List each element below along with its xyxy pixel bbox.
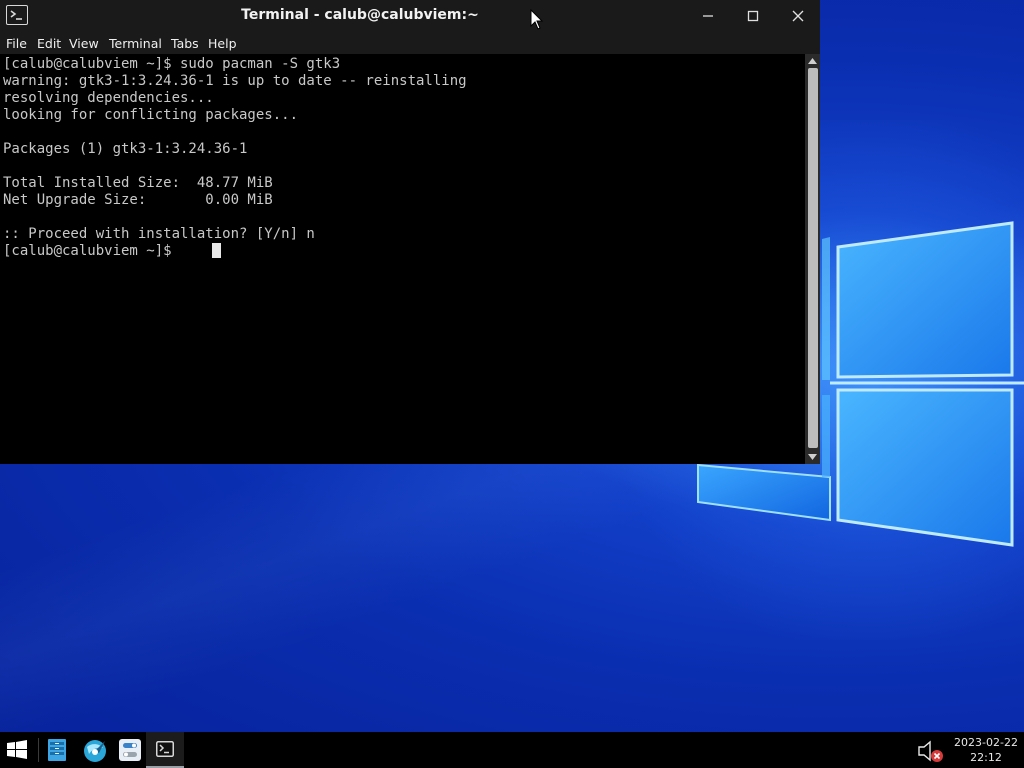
maximize-icon (747, 10, 759, 22)
window-titlebar[interactable]: Terminal - calub@calubviem:~ (0, 0, 820, 32)
mouse-pointer-icon (530, 9, 544, 30)
settings-icon (119, 739, 141, 761)
menu-edit[interactable]: Edit (37, 36, 61, 51)
terminal-scrollbar[interactable] (805, 54, 820, 464)
close-button[interactable] (776, 0, 820, 32)
clock-date: 2023-02-22 (954, 736, 1018, 749)
terminal-line: resolving dependencies... (3, 90, 214, 106)
speaker-muted-icon[interactable] (916, 738, 944, 764)
terminal-window[interactable]: Terminal - calub@calubviem:~ File Edit V… (0, 0, 820, 464)
terminal-line: Net Upgrade Size: 0.00 MiB (3, 192, 273, 208)
start-button[interactable] (0, 732, 34, 768)
terminal-line: Packages (1) gtk3-1:3.24.36-1 (3, 141, 248, 157)
terminal-icon (156, 741, 174, 757)
taskbar: 2023-02-22 22:12 (0, 732, 1024, 768)
maximize-button[interactable] (731, 0, 775, 32)
terminal-line: warning: gtk3-1:3.24.36-1 is up to date … (3, 73, 467, 89)
scrollbar-thumb[interactable] (808, 68, 818, 448)
menu-tabs[interactable]: Tabs (171, 36, 199, 51)
menu-bar: File Edit View Terminal Tabs Help (0, 32, 820, 54)
taskbar-settings[interactable] (113, 732, 147, 768)
terminal-line: [calub@calubviem ~]$ (3, 243, 181, 259)
terminal-line: looking for conflicting packages... (3, 107, 299, 123)
scroll-down-arrow-icon[interactable] (805, 450, 820, 464)
menu-view[interactable]: View (69, 36, 99, 51)
menu-file[interactable]: File (6, 36, 27, 51)
terminal-cursor (212, 243, 221, 258)
taskbar-browser[interactable] (77, 732, 111, 768)
close-icon (792, 10, 804, 22)
scroll-up-arrow-icon[interactable] (805, 54, 820, 68)
taskbar-clock[interactable]: 2023-02-22 22:12 (948, 735, 1024, 765)
file-manager-icon (48, 739, 66, 761)
taskbar-divider (38, 738, 39, 762)
taskbar-file-manager[interactable] (40, 732, 74, 768)
menu-help[interactable]: Help (208, 36, 237, 51)
terminal-line: Total Installed Size: 48.77 MiB (3, 175, 273, 191)
windows-start-icon (7, 740, 27, 759)
minimize-icon (703, 15, 713, 17)
browser-icon (84, 740, 106, 762)
menu-terminal[interactable]: Terminal (109, 36, 162, 51)
terminal-line: :: Proceed with installation? [Y/n] n (3, 226, 315, 242)
minimize-button[interactable] (686, 0, 730, 32)
clock-time: 22:12 (970, 751, 1002, 764)
taskbar-terminal[interactable] (146, 732, 184, 768)
terminal-line: [calub@calubviem ~]$ sudo pacman -S gtk3 (3, 56, 341, 72)
terminal-output[interactable]: [calub@calubviem ~]$ sudo pacman -S gtk3… (0, 54, 805, 464)
window-title: Terminal - calub@calubviem:~ (241, 7, 479, 23)
